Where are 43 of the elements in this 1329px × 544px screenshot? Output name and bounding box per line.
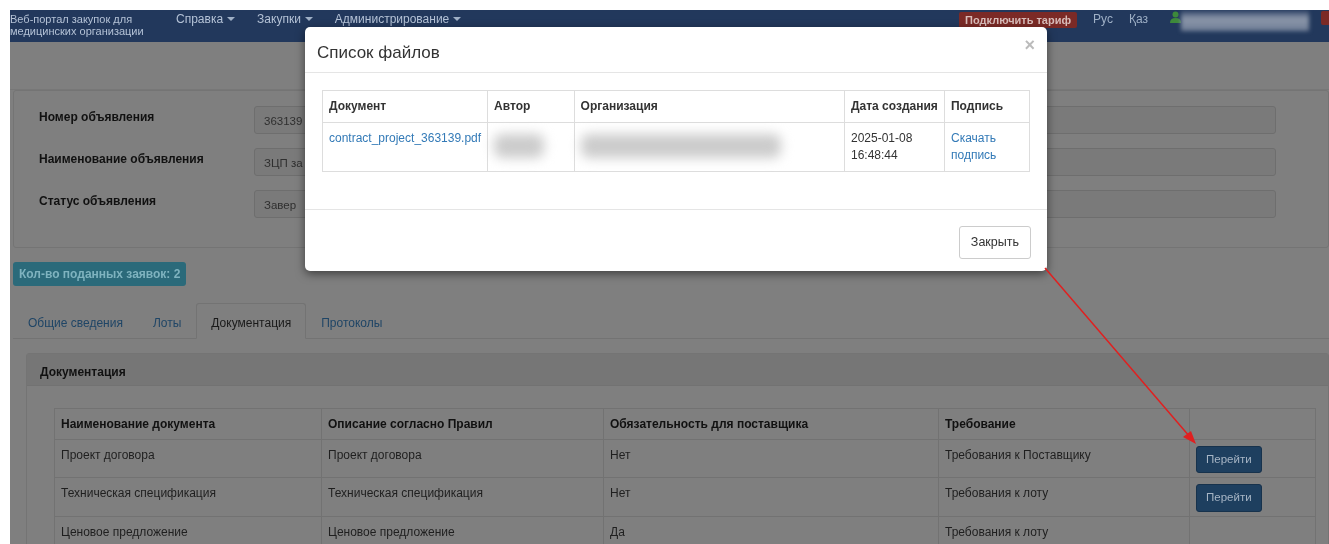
tab[interactable]: Документация (196, 303, 307, 339)
caret-icon (453, 17, 462, 21)
column-header: Документ (322, 90, 488, 123)
user-icon[interactable] (1170, 11, 1181, 23)
column-header: Дата создания (844, 90, 945, 123)
caret-icon (304, 17, 313, 21)
menu-label: Справка (176, 12, 224, 26)
blurred-text (494, 134, 545, 158)
column-header: Требование (938, 408, 1190, 440)
table-cell: 2025-01-08 16:48:44 (844, 122, 945, 172)
column-header: Обязательность для поставщика (603, 408, 939, 440)
column-header: Наименование документа (54, 408, 322, 440)
menu-item[interactable]: Закупки (257, 12, 313, 26)
table-cell: Требования к Поставщику (938, 439, 1190, 478)
table-cell: Нет (603, 477, 939, 516)
table-cell: Техническая спецификация (54, 477, 322, 516)
tariff-button[interactable]: Подключить тариф (959, 12, 1078, 28)
column-header: Организация (574, 90, 845, 123)
count-badge: Кол-во поданных заявок: 2 (13, 262, 187, 286)
table-cell: Проект договора (321, 439, 604, 478)
go-button[interactable]: Перейти (1196, 446, 1262, 474)
menu-item[interactable]: Справка (176, 12, 236, 26)
caret-icon (227, 17, 236, 21)
table-cell: Проект договора (54, 439, 322, 478)
go-button[interactable]: Перейти (1196, 484, 1262, 512)
field-label: Номер объявления (39, 109, 156, 126)
notification-badge (1321, 11, 1329, 25)
column-header: Подпись (944, 90, 1030, 123)
column-header: Автор (487, 90, 575, 123)
table-cell: Ценовое предложение (54, 516, 322, 544)
table-cell: Требования к лоту (938, 477, 1190, 516)
column-header: Описание согласно Правил (321, 408, 604, 440)
modal-title: Список файлов (317, 42, 440, 64)
field-label: Наименование объявления (39, 151, 205, 168)
site-title[interactable]: Веб-портал закупок для медицинских организации (10, 13, 160, 37)
language-link[interactable]: Рус (1093, 12, 1113, 26)
table-cell: Нет (603, 439, 939, 478)
table-cell: Техническая спецификация (321, 477, 604, 516)
language-link[interactable]: Қаз (1128, 12, 1148, 26)
menu-label: Закупки (257, 12, 301, 26)
field-label: Статус объявления (39, 193, 158, 210)
panel-title: Документация (27, 354, 1328, 386)
close-button[interactable]: Закрыть (958, 226, 1031, 259)
